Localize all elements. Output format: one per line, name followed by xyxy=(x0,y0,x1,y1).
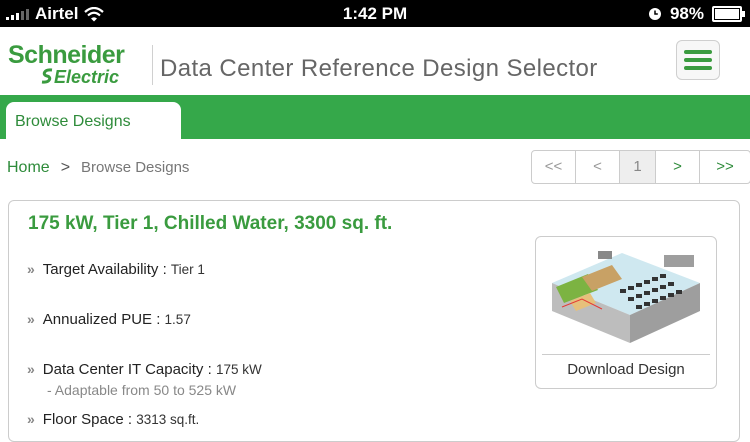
breadcrumb-separator: > xyxy=(60,159,71,176)
hamburger-icon xyxy=(684,50,712,54)
spec-value: 1.57 xyxy=(164,312,191,327)
tab-browse-designs[interactable]: Browse Designs xyxy=(6,102,181,139)
download-design-button[interactable]: Download Design xyxy=(535,236,717,389)
breadcrumb: Home > Browse Designs xyxy=(7,159,189,177)
next-page-button[interactable]: > xyxy=(656,151,700,183)
spec-it-capacity: » Data Center IT Capacity : 175 kW xyxy=(27,361,262,378)
spec-target-availability: » Target Availability : Tier 1 xyxy=(27,261,205,278)
spec-capacity-note: - Adaptable from 50 to 525 kW xyxy=(47,382,237,398)
alarm-clock-icon xyxy=(648,8,661,20)
bullet-icon: » xyxy=(27,261,35,277)
spec-value: 3313 sq.ft. xyxy=(136,412,200,427)
bullet-icon: » xyxy=(27,311,35,327)
design-box-divider xyxy=(542,354,710,355)
schneider-electric-logo: Schneider Electric xyxy=(8,42,148,86)
breadcrumb-current: Browse Designs xyxy=(81,159,190,176)
bullet-icon: » xyxy=(27,411,35,427)
spec-annualized-pue: » Annualized PUE : 1.57 xyxy=(27,311,191,328)
battery-icon xyxy=(712,6,745,22)
logo-wordmark-bottom: Electric xyxy=(54,67,120,87)
spec-value: 175 kW xyxy=(215,362,262,377)
app-header: Schneider Electric Data Center Reference… xyxy=(0,27,750,95)
battery-percentage: 98% xyxy=(669,4,704,23)
spec-floor-space: » Floor Space : 3313 sq.ft. xyxy=(27,411,199,428)
current-page-number[interactable]: 1 xyxy=(620,151,656,183)
breadcrumb-home-link[interactable]: Home xyxy=(7,159,50,176)
app-title: Data Center Reference Design Selector xyxy=(160,55,598,82)
design-title[interactable]: 175 kW, Tier 1, Chilled Water, 3300 sq. … xyxy=(28,213,392,235)
header-divider xyxy=(152,45,153,85)
logo-swirl-icon xyxy=(41,68,53,84)
spec-label: Annualized PUE : xyxy=(42,311,165,328)
spec-label: Data Center IT Capacity : xyxy=(42,361,216,378)
spec-value: Tier 1 xyxy=(170,262,205,277)
spec-label: Floor Space : xyxy=(42,411,137,428)
status-time: 1:42 PM xyxy=(342,4,408,23)
status-bar: Airtel 1:42 PM 98% xyxy=(0,0,750,27)
tab-bar: Browse Designs xyxy=(0,95,750,139)
pagination: << < 1 > >> xyxy=(531,150,750,184)
hamburger-menu-button[interactable] xyxy=(676,40,720,80)
bullet-icon: » xyxy=(27,361,35,377)
logo-wordmark-top: Schneider xyxy=(8,41,125,69)
data-center-illustration xyxy=(552,251,700,343)
download-design-label: Download Design xyxy=(567,361,685,378)
last-page-button[interactable]: >> xyxy=(700,151,750,183)
previous-page-button[interactable]: < xyxy=(576,151,620,183)
first-page-button[interactable]: << xyxy=(532,151,576,183)
spec-label: Target Availability : xyxy=(42,261,171,278)
design-card: 175 kW, Tier 1, Chilled Water, 3300 sq. … xyxy=(8,200,740,442)
